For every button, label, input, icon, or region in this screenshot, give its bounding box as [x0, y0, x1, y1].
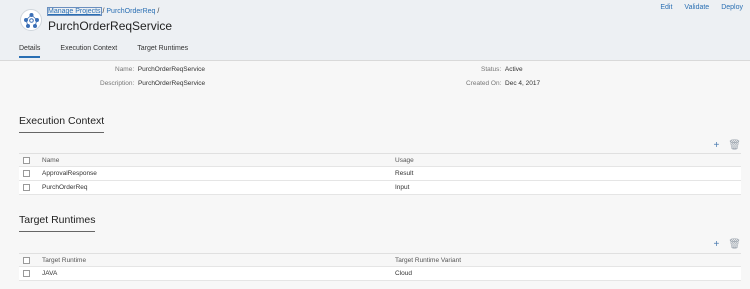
row-checkbox[interactable]	[23, 170, 30, 177]
table-header-row: Name Usage	[19, 153, 741, 167]
header-actions: Edit Validate Deploy	[660, 4, 743, 11]
add-icon[interactable]: +	[713, 239, 719, 250]
page-title: PurchOrderReqService	[48, 19, 173, 33]
breadcrumb-manage-projects-link[interactable]: Manage Projects	[47, 7, 102, 16]
name-value: PurchOrderReqService	[137, 66, 205, 73]
description-label: Description:	[100, 80, 135, 87]
created-on-label: Created On:	[466, 80, 502, 87]
name-label: Name:	[115, 66, 135, 73]
row-usage: Input	[395, 184, 410, 191]
column-header-target-runtime-variant[interactable]: Target Runtime Variant	[395, 257, 461, 264]
column-header-name[interactable]: Name	[42, 157, 59, 164]
breadcrumb-separator: /	[157, 8, 160, 15]
table-row[interactable]: JAVA Cloud	[19, 267, 741, 281]
execution-context-heading: Execution Context	[19, 115, 105, 133]
delete-icon[interactable]: 🗑	[728, 140, 741, 151]
row-name: PurchOrderReq	[42, 184, 88, 191]
delete-icon[interactable]: 🗑	[728, 239, 741, 250]
tab-target-runtimes[interactable]: Target Runtimes	[137, 45, 188, 58]
description-value: PurchOrderReqService	[137, 80, 206, 87]
description-field: Description: PurchOrderReqService	[100, 80, 205, 87]
select-all-checkbox[interactable]	[23, 157, 30, 164]
name-field: Name: PurchOrderReqService	[115, 66, 205, 73]
row-checkbox[interactable]	[23, 270, 30, 277]
table-header-row: Target Runtime Target Runtime Variant	[19, 253, 741, 267]
row-name: ApprovalResponse	[42, 170, 97, 177]
created-on-field: Created On: Dec 4, 2017	[466, 80, 540, 87]
tab-execution-context[interactable]: Execution Context	[60, 45, 117, 58]
details-panel: Name: PurchOrderReqService Description: …	[19, 61, 741, 95]
column-header-target-runtime[interactable]: Target Runtime	[42, 257, 86, 264]
target-runtimes-table: Target Runtime Target Runtime Variant JA…	[19, 253, 741, 281]
service-logo-icon	[20, 9, 42, 31]
row-usage: Result	[395, 170, 414, 177]
status-value: Active	[504, 66, 523, 73]
add-icon[interactable]: +	[713, 140, 719, 151]
table-row[interactable]: ApprovalResponse Result	[19, 167, 741, 181]
execution-context-toolbar: + 🗑	[713, 140, 741, 151]
validate-button[interactable]: Validate	[684, 4, 709, 11]
deploy-button[interactable]: Deploy	[721, 4, 743, 11]
row-runtime: JAVA	[42, 270, 58, 277]
breadcrumb: Manage Projects / PurchOrderReq /	[47, 7, 160, 16]
target-runtimes-heading: Target Runtimes	[19, 214, 96, 232]
execution-context-table: Name Usage ApprovalResponse Result Purch…	[19, 153, 741, 195]
tab-bar: Details Execution Context Target Runtime…	[19, 45, 188, 58]
page-header: Manage Projects / PurchOrderReq / PurchO…	[0, 0, 750, 61]
edit-button[interactable]: Edit	[660, 4, 672, 11]
status-label: Status:	[481, 66, 502, 73]
breadcrumb-project-link[interactable]: PurchOrderReq	[106, 8, 155, 15]
row-variant: Cloud	[395, 270, 412, 277]
column-header-usage[interactable]: Usage	[395, 157, 414, 164]
row-checkbox[interactable]	[23, 184, 30, 191]
target-runtimes-toolbar: + 🗑	[713, 239, 741, 250]
status-field: Status: Active	[481, 66, 523, 73]
select-all-checkbox[interactable]	[23, 257, 30, 264]
created-on-value: Dec 4, 2017	[505, 80, 541, 87]
table-row[interactable]: PurchOrderReq Input	[19, 181, 741, 195]
tab-details[interactable]: Details	[19, 45, 41, 58]
breadcrumb-separator: /	[102, 8, 105, 15]
